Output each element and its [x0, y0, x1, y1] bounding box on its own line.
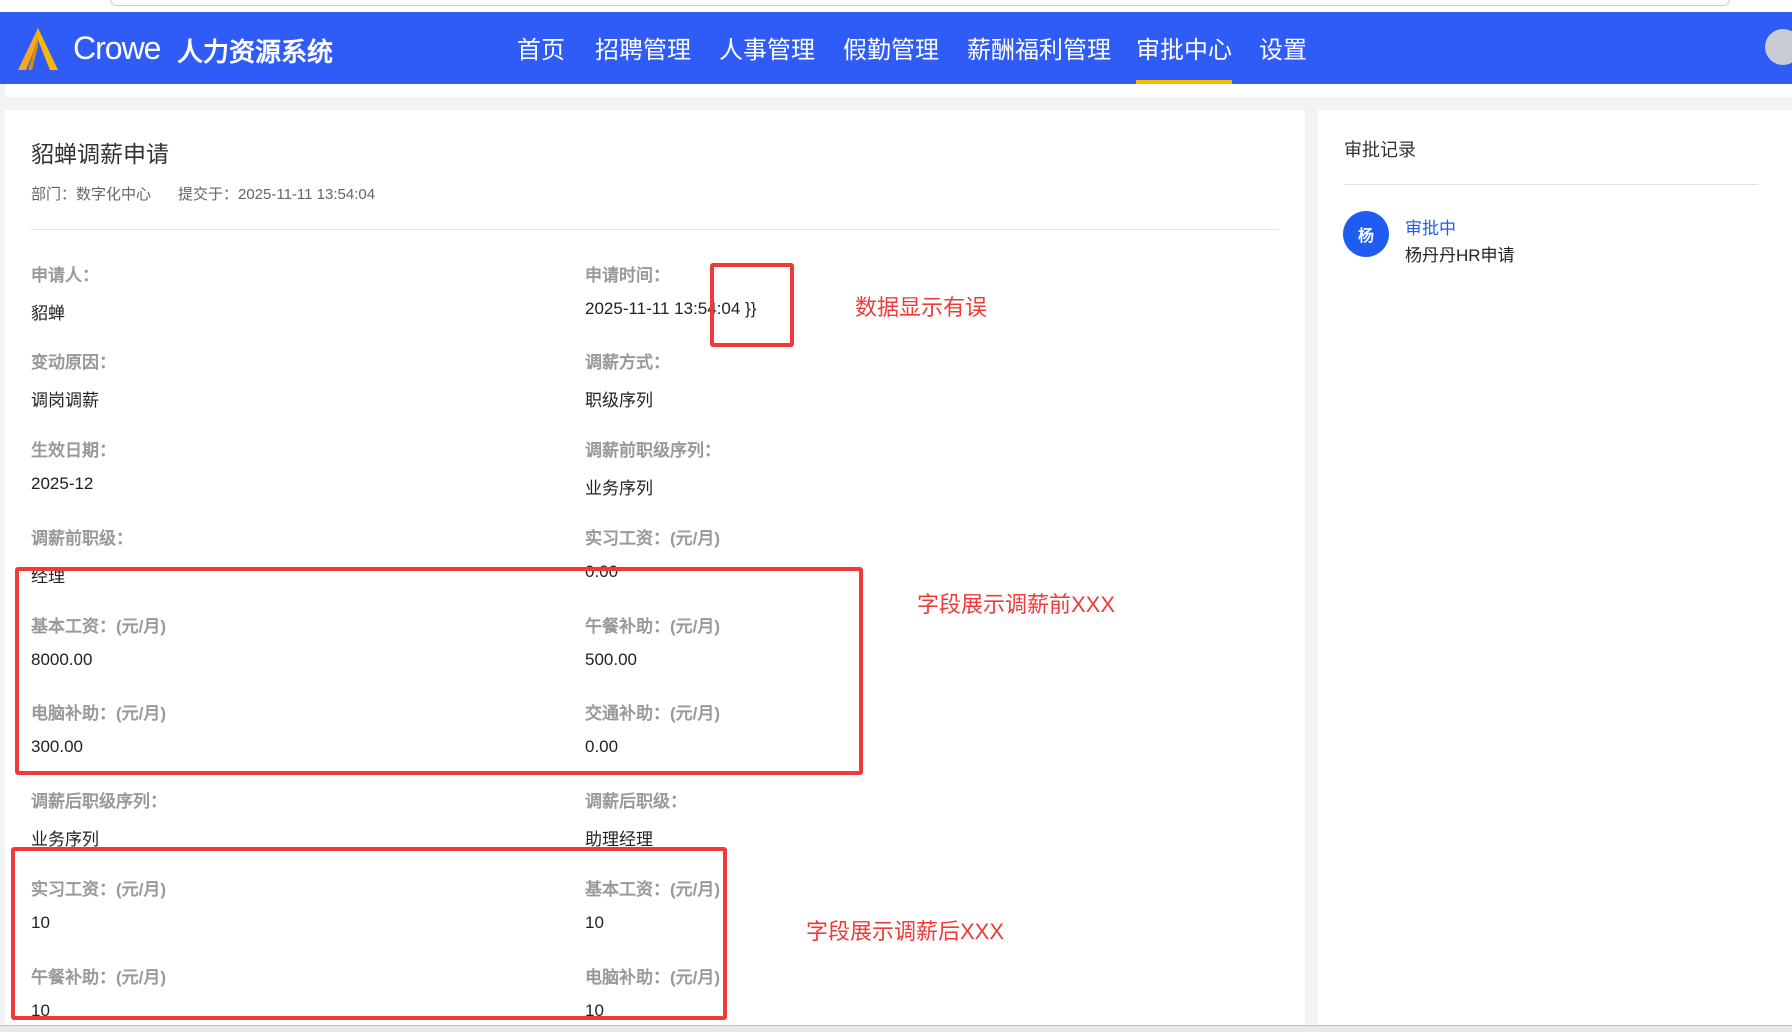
nav-personnel[interactable]: 人事管理	[719, 30, 815, 65]
annotation-note: 字段展示调薪前XXX	[917, 592, 1116, 617]
approval-description: 杨丹丹HR申请	[1405, 246, 1515, 265]
system-name: 人力资源系统	[177, 37, 334, 67]
annotation-note: 字段展示调薪后XXX	[806, 919, 1005, 944]
field-label: 申请人：	[31, 266, 99, 285]
field-label: 调薪后职级：	[585, 792, 687, 811]
approval-status[interactable]: 审批中	[1405, 214, 1456, 239]
field-value: 貂蝉	[31, 304, 65, 323]
divider	[31, 229, 1279, 230]
field-label: 调薪方式：	[585, 353, 670, 372]
field-label: 变动原因：	[31, 353, 116, 372]
nav-attendance[interactable]: 假勤管理	[843, 30, 939, 65]
nav-settings[interactable]: 设置	[1259, 30, 1307, 65]
field-label: 调薪后职级序列：	[31, 792, 167, 811]
page-title: 貂蝉调薪申请	[31, 141, 169, 167]
field-value: 业务序列	[585, 479, 653, 498]
approval-record-title: 审批记录	[1344, 140, 1416, 160]
department: 部门：数字化中心	[31, 186, 152, 203]
field-label: 实习工资：(元/月)	[585, 529, 721, 548]
field-label: 调薪前职级序列：	[585, 441, 721, 460]
subheader-strip	[5, 84, 1792, 97]
address-bar[interactable]	[110, 0, 1730, 6]
field-label: 申请时间：	[585, 266, 670, 285]
field-value: 职级序列	[585, 391, 653, 410]
annotation-note: 数据显示有误	[855, 295, 988, 320]
submitted-time: 提交于：2025-11-11 13:54:04	[178, 186, 376, 203]
approver-avatar: 杨	[1343, 211, 1389, 257]
top-header: Crowe 人力资源系统 首页 招聘管理 人事管理 假勤管理 薪酬福利管理 审批…	[0, 12, 1792, 84]
nav-recruitment[interactable]: 招聘管理	[595, 30, 691, 65]
annotation-box-time	[710, 263, 794, 347]
bottom-edge	[0, 1025, 1792, 1032]
nav-payroll[interactable]: 薪酬福利管理	[967, 30, 1111, 65]
field-value: 2025-12	[31, 474, 94, 493]
browser-strip	[0, 0, 1792, 12]
divider	[1344, 184, 1758, 185]
annotation-box-after	[11, 847, 727, 1020]
user-avatar-icon[interactable]	[1765, 29, 1792, 65]
field-value: 调岗调薪	[31, 391, 99, 410]
crowe-logo-icon	[18, 28, 58, 70]
brand-name: Crowe	[73, 30, 161, 66]
nav-approval-center[interactable]: 审批中心	[1136, 30, 1232, 84]
nav-home[interactable]: 首页	[517, 30, 565, 65]
field-label: 生效日期：	[31, 441, 116, 460]
annotation-box-before	[15, 567, 863, 775]
approval-card	[1318, 110, 1792, 1025]
field-label: 调薪前职级：	[31, 529, 133, 548]
